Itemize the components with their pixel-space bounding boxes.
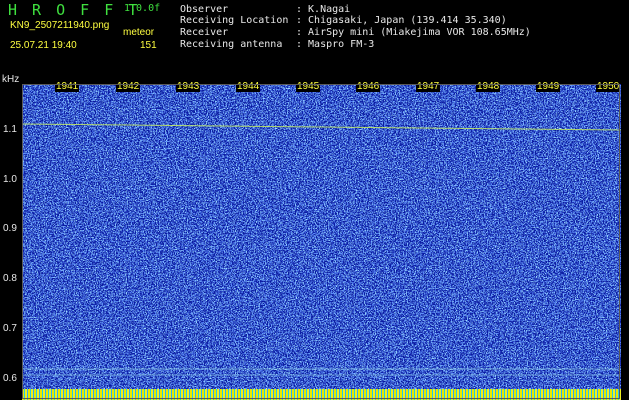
- y-tick-label: 0.7: [3, 323, 17, 334]
- time-tick-label: 1944: [236, 81, 261, 92]
- file-name: KN9_2507211940.png: [10, 20, 110, 31]
- header-panel: H R O F F T 1.0.0f KN9_2507211940.png me…: [0, 0, 629, 74]
- time-tick-label: 1947: [416, 81, 441, 92]
- observer-value: : K.Nagai: [296, 4, 351, 15]
- y-tick-label: 1.1: [3, 124, 17, 135]
- location-label: Receiving Location: [180, 15, 289, 26]
- time-tick-label: 1948: [476, 81, 501, 92]
- app-version: 1.0.0f: [124, 3, 161, 14]
- observer-label: Observer: [180, 4, 229, 15]
- time-tick-label: 1945: [296, 81, 321, 92]
- time-tick-label: 1942: [116, 81, 141, 92]
- y-tick-label: 0.6: [3, 373, 17, 384]
- y-tick-label: 0.9: [3, 223, 17, 234]
- y-tick-label: 1.0: [3, 174, 17, 185]
- time-tick-label: 1949: [536, 81, 561, 92]
- spectrogram-noise-high: [22, 84, 621, 400]
- meteor-count: 151: [140, 40, 157, 51]
- spectrogram-canvas: [22, 84, 621, 400]
- spectrogram-plot: [22, 84, 621, 400]
- antenna-value: : Maspro FM-3: [296, 39, 375, 50]
- antenna-label: Receiving antenna: [180, 39, 283, 50]
- bottom-marker-strip: [22, 389, 621, 400]
- receiver-value: : AirSpy mini (Miakejima VOR 108.65MHz): [296, 27, 531, 38]
- app-title: H R O F F T: [8, 1, 141, 19]
- location-value: : Chigasaki, Japan (139.414 35.340): [296, 15, 507, 26]
- meteor-label: meteor: [123, 27, 155, 38]
- frequency-unit-label: kHz: [2, 74, 20, 85]
- time-tick-label: 1950: [596, 81, 621, 92]
- time-tick-label: 1943: [176, 81, 201, 92]
- y-tick-label: 0.8: [3, 273, 17, 284]
- time-tick-label: 1941: [55, 81, 80, 92]
- time-tick-label: 1946: [356, 81, 381, 92]
- capture-datetime: 25.07.21 19:40: [10, 40, 77, 51]
- receiver-label: Receiver: [180, 27, 229, 38]
